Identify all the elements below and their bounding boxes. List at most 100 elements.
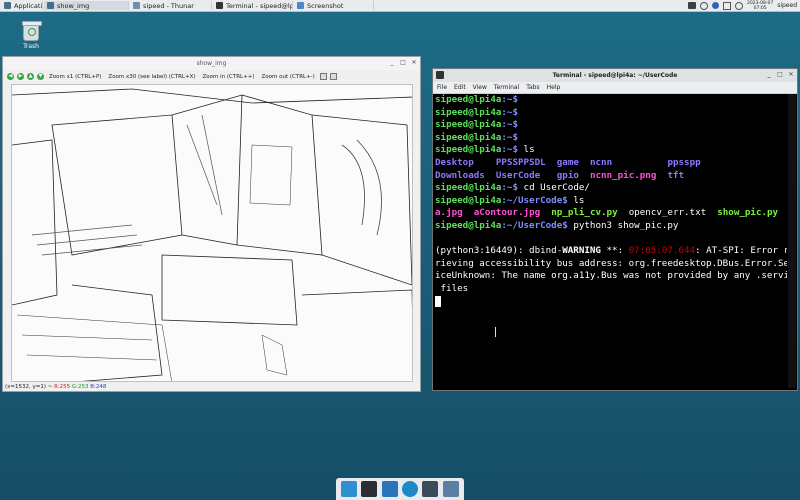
edge-image[interactable] bbox=[11, 84, 413, 382]
clock[interactable]: 2023-08-07 07:05 bbox=[747, 1, 773, 11]
prompt-user: sipeed@lpi4a bbox=[435, 219, 502, 231]
workspace-switcher-icon[interactable] bbox=[688, 2, 697, 9]
prompt-path: :~$ bbox=[501, 119, 518, 131]
dock bbox=[336, 478, 464, 500]
edge-image-sketch bbox=[12, 88, 412, 381]
window-icon bbox=[47, 2, 54, 9]
task-label: show_img bbox=[57, 1, 90, 10]
command: ls bbox=[567, 194, 585, 206]
terminal-titlebar[interactable]: Terminal - sipeed@lpi4a: ~/UserCode _ □ … bbox=[433, 69, 797, 82]
trash-label: Trash bbox=[23, 43, 39, 50]
terminal-scrollbar[interactable] bbox=[788, 94, 796, 388]
ls-entry: np_pli_cv.py bbox=[551, 207, 618, 219]
close-icon[interactable]: ✕ bbox=[410, 59, 418, 67]
warning-text: files bbox=[435, 282, 469, 294]
clock-date: 2023-08-07 bbox=[747, 0, 774, 6]
viewer-title: show_img bbox=[196, 60, 227, 67]
screenshot-icon bbox=[297, 2, 304, 9]
network-icon[interactable] bbox=[700, 1, 709, 10]
zoom-x30-button[interactable]: Zoom x30 (see label) (CTRL+X) bbox=[106, 74, 197, 80]
prompt-user: sipeed@lpi4a bbox=[435, 106, 502, 118]
user-menu[interactable]: sipeed bbox=[777, 2, 797, 9]
warning-text: : AT-SPI: Error ret bbox=[695, 245, 787, 257]
volume-icon[interactable] bbox=[723, 1, 732, 10]
system-tray: 2023-08-07 07:05 sipeed bbox=[688, 0, 800, 11]
zoom-in-button[interactable]: Zoom in (CTRL++) bbox=[201, 74, 257, 80]
terminal-launcher-icon[interactable] bbox=[361, 481, 378, 497]
ls-entry: a.jpg bbox=[435, 207, 463, 219]
arrow-left-icon[interactable]: ◀ bbox=[7, 73, 14, 80]
properties-icon[interactable] bbox=[329, 73, 337, 80]
ls-entry: ppsspp bbox=[667, 156, 701, 168]
save-icon[interactable] bbox=[319, 73, 327, 80]
terminal-window: Terminal - sipeed@lpi4a: ~/UserCode _ □ … bbox=[432, 68, 798, 391]
ls-entry: PPSSPPSDL bbox=[495, 156, 546, 168]
task-label: Terminal - sipeed@lpi4a: ... bbox=[226, 1, 293, 10]
image-viewer-window: show_img _ □ ✕ ◀ ▶ ▲ ▼ Zoom x1 (CTRL+P) … bbox=[2, 56, 421, 392]
prompt-user: sipeed@lpi4a bbox=[435, 182, 502, 194]
prompt-path: :~/UserCode$ bbox=[501, 194, 568, 206]
zoom-out-button[interactable]: Zoom out (CTRL+-) bbox=[259, 74, 316, 80]
terminal-line: sipeed@lpi4a:~$ bbox=[435, 107, 787, 120]
menu-help[interactable]: Help bbox=[547, 84, 561, 91]
terminal-output[interactable]: sipeed@lpi4a:~$ sipeed@lpi4a:~$ sipeed@l… bbox=[434, 94, 787, 388]
prompt-user: sipeed@lpi4a bbox=[435, 194, 502, 206]
ls-output: a.jpg aContour.jpg np_pli_cv.py opencv_e… bbox=[435, 207, 787, 220]
task-label: sipeed - Thunar bbox=[143, 1, 194, 10]
terminal-line bbox=[435, 295, 787, 309]
warning-line: iceUnknown: The name org.a11y.Bus was no… bbox=[435, 270, 787, 283]
show-desktop-icon[interactable] bbox=[341, 481, 358, 497]
mouse-ibeam-cursor bbox=[495, 327, 498, 337]
terminal-line: sipeed@lpi4a:~$ cd UserCode/ bbox=[435, 182, 590, 194]
file-manager-icon[interactable] bbox=[381, 481, 398, 497]
ls-entry: show_pic.py bbox=[717, 207, 779, 219]
close-icon[interactable]: ✕ bbox=[787, 71, 795, 79]
maximize-icon[interactable]: □ bbox=[776, 71, 784, 79]
bluetooth-icon[interactable] bbox=[712, 2, 720, 9]
task-show-img[interactable]: show_img bbox=[44, 1, 129, 10]
ls-entry: ncnn_pic.png bbox=[589, 169, 657, 181]
viewer-titlebar[interactable]: show_img _ □ ✕ bbox=[3, 57, 420, 70]
desktop-trash[interactable]: Trash bbox=[17, 21, 45, 50]
app-finder-icon[interactable] bbox=[422, 481, 439, 497]
applications-menu[interactable]: Applications bbox=[1, 1, 43, 10]
ls-entry: gpio bbox=[556, 169, 579, 181]
trash-icon bbox=[22, 21, 42, 41]
warning-line: rieving accessibility bus address: org.f… bbox=[435, 258, 787, 271]
prompt-path: :~$ bbox=[501, 106, 518, 118]
menu-file[interactable]: File bbox=[437, 84, 447, 91]
terminal-line: sipeed@lpi4a:~/UserCode$ python3 show_pi… bbox=[435, 219, 679, 231]
task-terminal[interactable]: Terminal - sipeed@lpi4a: ... bbox=[213, 1, 293, 10]
menu-tabs[interactable]: Tabs bbox=[526, 84, 539, 91]
notifications-icon[interactable] bbox=[735, 1, 744, 10]
task-screenshot[interactable]: Screenshot bbox=[294, 1, 374, 10]
command: ls bbox=[518, 144, 535, 156]
prompt-path: :~$ bbox=[501, 131, 518, 143]
clock-time: 07:05 bbox=[753, 5, 767, 11]
maximize-icon[interactable]: □ bbox=[399, 59, 407, 67]
minimize-icon[interactable]: _ bbox=[388, 59, 396, 67]
top-panel: Applications show_img sipeed - Thunar Te… bbox=[0, 0, 800, 12]
ls-entry: ncnn bbox=[589, 156, 613, 168]
task-thunar[interactable]: sipeed - Thunar bbox=[130, 1, 212, 10]
arrow-up-icon[interactable]: ▲ bbox=[27, 73, 34, 80]
web-browser-icon[interactable] bbox=[402, 481, 419, 497]
viewer-toolbar: ◀ ▶ ▲ ▼ Zoom x1 (CTRL+P) Zoom x30 (see l… bbox=[3, 70, 420, 83]
arrow-right-icon[interactable]: ▶ bbox=[17, 73, 24, 80]
arrow-down-icon[interactable]: ▼ bbox=[37, 73, 44, 80]
task-label: Screenshot bbox=[307, 1, 344, 10]
minimize-icon[interactable]: _ bbox=[765, 71, 773, 79]
terminal-icon bbox=[436, 71, 444, 79]
terminal-menubar: File Edit View Terminal Tabs Help bbox=[433, 82, 797, 94]
home-folder-icon[interactable] bbox=[442, 481, 459, 497]
pixel-r: R:255 bbox=[54, 384, 71, 390]
terminal-line: sipeed@lpi4a:~$ bbox=[435, 119, 787, 132]
folder-icon bbox=[133, 2, 140, 9]
prompt-user: sipeed@lpi4a bbox=[435, 131, 502, 143]
menu-edit[interactable]: Edit bbox=[454, 84, 466, 91]
menu-terminal[interactable]: Terminal bbox=[494, 84, 519, 91]
menu-view[interactable]: View bbox=[473, 84, 487, 91]
warning-text: rieving accessibility bus address: org.f… bbox=[435, 257, 787, 269]
zoom-x1-button[interactable]: Zoom x1 (CTRL+P) bbox=[47, 74, 103, 80]
